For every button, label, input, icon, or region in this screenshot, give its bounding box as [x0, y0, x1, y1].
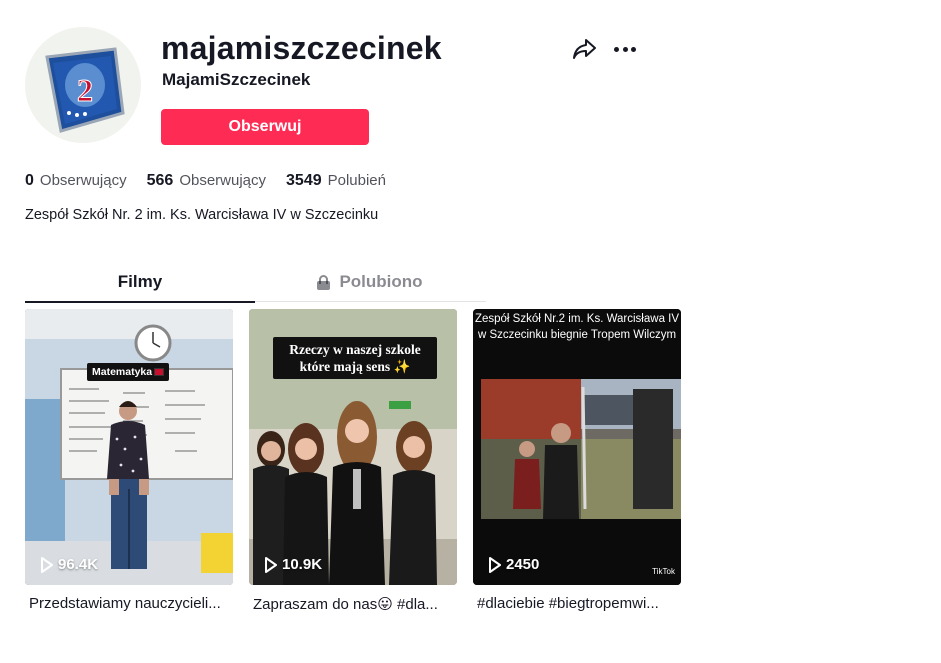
share-icon[interactable] [572, 37, 598, 61]
video-card[interactable]: Zespół Szkół Nr.2 im. Ks. Warcisława IV … [473, 309, 681, 613]
video-thumbnail[interactable]: Matematyka 96.4K [25, 309, 233, 585]
follow-button[interactable]: Obserwuj [161, 109, 369, 145]
play-count: 10.9K [265, 556, 322, 573]
stat-label: Obserwujący [39, 172, 127, 189]
nickname: MajamiSzczecinek [162, 70, 311, 89]
tab-liked[interactable]: Polubiono [255, 262, 485, 302]
profile-tabs: Filmy Polubiono [25, 262, 486, 303]
flag-icon [154, 368, 165, 377]
video-caption[interactable]: Przedstawiamy nauczycieli... [25, 595, 233, 612]
username: majamiszczecinek [161, 30, 442, 66]
video-caption[interactable]: Zapraszam do nas😛 #dla... [249, 595, 457, 613]
video-thumbnail[interactable]: Zespół Szkół Nr.2 im. Ks. Warcisława IV … [473, 309, 681, 585]
stat-number: 3549 [286, 172, 322, 189]
lock-icon [317, 274, 331, 290]
video-card[interactable]: Rzeczy w naszej szkole które mają sens ✨… [249, 309, 457, 613]
tab-videos[interactable]: Filmy [25, 262, 255, 303]
video-overlay-label: Matematyka [87, 363, 170, 381]
stat-following[interactable]: 0 Obserwujący [25, 172, 127, 190]
play-count-value: 2450 [506, 556, 540, 573]
video-caption[interactable]: #dlaciebie #biegtropemwi... [473, 595, 681, 612]
stat-likes: 3549 Polubień [286, 172, 386, 190]
classroom-scene [25, 309, 233, 585]
video-overlay-banner: Rzeczy w naszej szkole które mają sens ✨ [273, 337, 437, 379]
school-badge-logo: 2 [45, 47, 125, 133]
profile-bio: Zespół Szkół Nr. 2 im. Ks. Warcisława IV… [25, 207, 379, 223]
tiktok-watermark: TikTok [652, 567, 675, 577]
video-thumbnail[interactable]: Rzeczy w naszej szkole które mają sens ✨… [249, 309, 457, 585]
play-count-value: 10.9K [282, 556, 323, 573]
dot [631, 46, 636, 52]
stat-label: Obserwujący [179, 172, 267, 189]
stat-number: 566 [146, 172, 174, 189]
overlay-text: Matematyka [92, 366, 153, 378]
more-icon[interactable] [611, 38, 639, 60]
video-card[interactable]: Matematyka 96.4K Przedstawiamy nauczycie… [25, 309, 233, 613]
video-grid: Matematyka 96.4K Przedstawiamy nauczycie… [25, 309, 697, 613]
video-overlay-text: Zespół Szkół Nr.2 im. Ks. Warcisława IV … [474, 313, 680, 341]
tiktok-watermark-text: TikTok [652, 567, 675, 576]
profile-stats: 0 Obserwujący 566 Obserwujący 3549 Polub… [25, 172, 406, 190]
play-count: 2450 [489, 556, 539, 573]
stat-number: 0 [25, 172, 34, 189]
badge-number: 2 [77, 72, 93, 108]
stat-label: Polubień [327, 172, 386, 189]
tab-label: Polubiono [339, 272, 423, 291]
play-count: 96.4K [41, 556, 98, 573]
tab-label: Filmy [117, 272, 163, 291]
stat-followers[interactable]: 566 Obserwujący [147, 172, 266, 190]
dot [622, 46, 628, 52]
play-count-value: 96.4K [58, 556, 99, 573]
avatar[interactable]: 2 [25, 27, 141, 143]
dot [614, 46, 619, 52]
run-event-scene [473, 309, 681, 585]
